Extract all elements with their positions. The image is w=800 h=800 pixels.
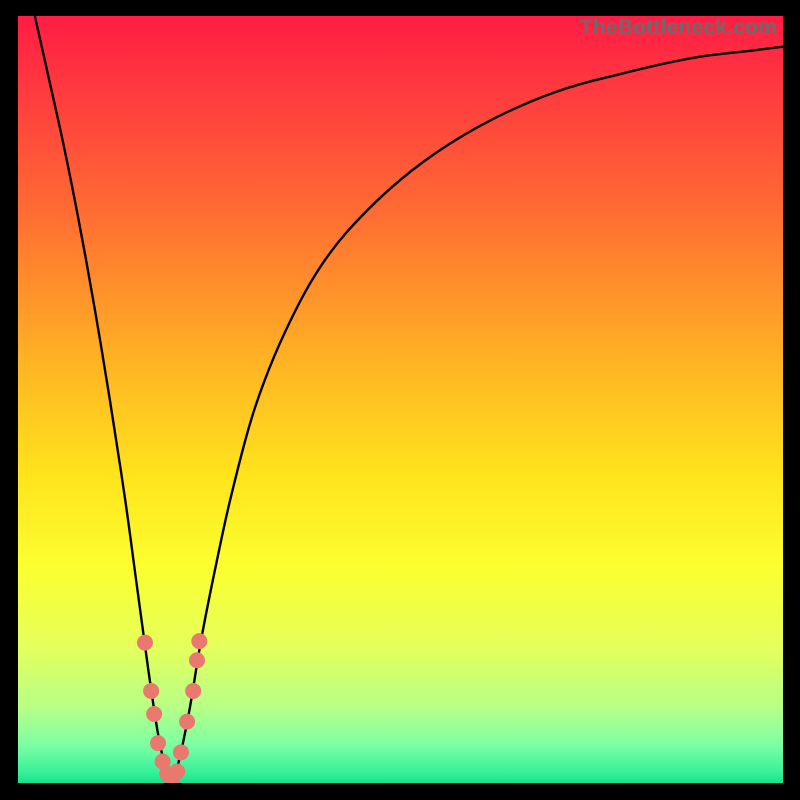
highlight-point: [185, 683, 201, 699]
gradient-background: [18, 16, 783, 783]
highlight-point: [189, 652, 205, 668]
highlight-point: [143, 683, 159, 699]
highlight-point: [173, 744, 189, 760]
chart-frame: TheBottleneck.com: [0, 0, 800, 800]
chart-svg: [18, 16, 783, 783]
highlight-point: [179, 714, 195, 730]
chart-plot-area: TheBottleneck.com: [18, 16, 783, 783]
highlight-point: [137, 635, 153, 651]
highlight-point: [146, 706, 162, 722]
highlight-point: [150, 735, 166, 751]
highlight-point: [191, 633, 207, 649]
highlight-point: [169, 763, 185, 779]
watermark-text: TheBottleneck.com: [580, 16, 777, 40]
